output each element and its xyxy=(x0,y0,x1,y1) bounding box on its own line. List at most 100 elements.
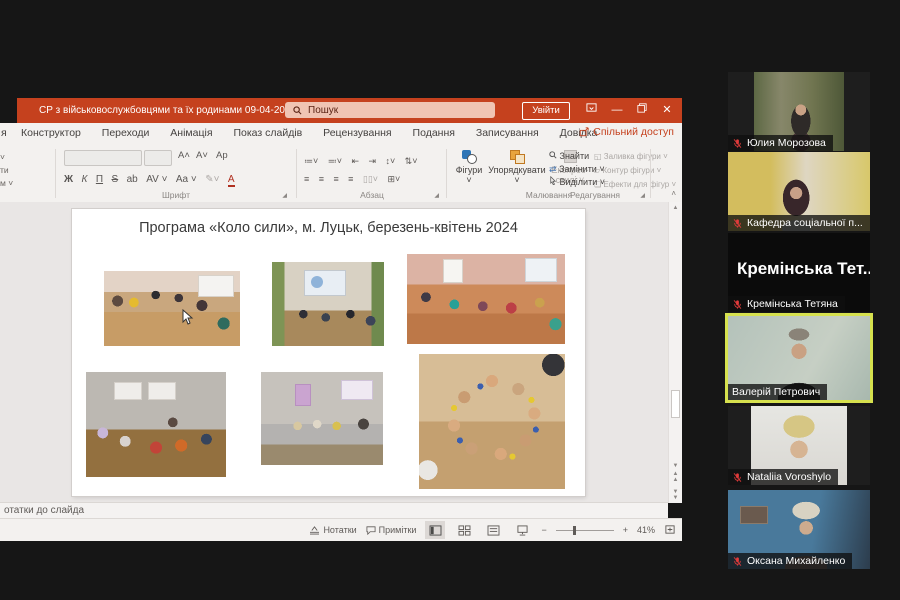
slide-photo-5[interactable] xyxy=(261,372,383,465)
font-name-combobox[interactable] xyxy=(64,150,142,166)
restore-icon[interactable] xyxy=(629,98,655,123)
font-dialog-launcher-icon[interactable]: ◢ xyxy=(282,192,287,199)
replace-button[interactable]: ⇄ Замінити ˅ xyxy=(549,163,605,176)
titlebar[interactable]: СР з військовослужбовцями та їх родинами… xyxy=(17,98,682,123)
fit-slide-button[interactable] xyxy=(664,524,676,537)
grow-font-button[interactable]: A˄ xyxy=(178,150,190,161)
character-spacing-button[interactable]: ab xyxy=(127,174,138,185)
mic-muted-icon xyxy=(732,299,743,310)
align-right-icon[interactable]: ≡ xyxy=(333,174,338,184)
powerpoint-window: СР з військовослужбовцями та їх родинами… xyxy=(0,98,682,541)
tab-view[interactable]: Подання xyxy=(404,123,464,139)
slide-photo-4[interactable] xyxy=(86,372,226,477)
notes-toggle-button[interactable]: Нотатки xyxy=(309,525,356,535)
indent-decrease-icon[interactable]: ⇤ xyxy=(351,156,359,167)
select-button[interactable]: Виділити ˅ xyxy=(549,176,605,189)
slide-photo-1[interactable] xyxy=(104,271,240,346)
kerning-button[interactable]: AV ˅ xyxy=(146,174,167,185)
tab-review[interactable]: Рецензування xyxy=(314,123,400,139)
tab-transitions[interactable]: Переходи xyxy=(93,123,159,139)
text-direction-icon[interactable]: ⇅˅ xyxy=(405,156,418,167)
shrink-font-button[interactable]: A˅ xyxy=(196,150,208,161)
zoom-level[interactable]: 41% xyxy=(637,525,655,535)
italic-button[interactable]: К xyxy=(82,174,88,185)
tab-recording[interactable]: Записування xyxy=(467,123,548,139)
comments-toggle-button[interactable]: Примітки xyxy=(366,525,417,535)
line-spacing-icon[interactable]: ↕˅ xyxy=(385,156,395,166)
close-icon[interactable]: ✕ xyxy=(654,98,680,123)
select-icon xyxy=(549,176,557,185)
find-button[interactable]: Знайти xyxy=(549,150,605,163)
slideshow-icon xyxy=(516,525,529,536)
scrollbar-thumb[interactable] xyxy=(671,390,680,418)
zoom-slider[interactable] xyxy=(556,530,614,531)
tab-animations[interactable]: Анімація xyxy=(161,123,221,139)
notes-pane[interactable]: отатки до слайда xyxy=(0,502,668,519)
participant-name-badge: Nataliia Voroshylo xyxy=(728,469,838,485)
align-center-icon[interactable]: ≡ xyxy=(319,174,324,184)
participant-tile-1[interactable]: Юлия Морозова xyxy=(728,72,870,151)
zoom-slider-thumb[interactable] xyxy=(573,526,576,535)
sign-in-button[interactable]: Увійти xyxy=(522,102,570,120)
vertical-scrollbar[interactable]: ▲ ▼ ▲▲ ▼▼ xyxy=(668,202,682,503)
poster-shape xyxy=(148,382,176,400)
tab-slideshow[interactable]: Показ слайдів xyxy=(224,123,311,139)
clipped-ribbon-button[interactable]: ти xyxy=(0,164,14,177)
slide-photo-2[interactable] xyxy=(272,262,384,346)
bullets-icon[interactable]: ≔˅ xyxy=(304,156,318,167)
font-color-icon[interactable]: А xyxy=(228,174,235,187)
font-size-combobox[interactable] xyxy=(144,150,172,166)
participant-tile-6[interactable]: Оксана Михайленко xyxy=(728,490,870,569)
reading-view-button[interactable] xyxy=(483,521,503,539)
bold-button[interactable]: Ж xyxy=(64,174,73,185)
participant-tile-3[interactable]: Кремінська Тет... Кремінська Тетяна xyxy=(728,233,870,312)
change-case-button[interactable]: Aa ˅ xyxy=(176,174,197,185)
strikethrough-button[interactable]: S xyxy=(112,174,119,185)
scroll-down-icon[interactable]: ▼ xyxy=(669,463,682,469)
participant-tile-5[interactable]: Nataliia Voroshylo xyxy=(728,406,870,485)
clear-formatting-button[interactable]: Ap xyxy=(216,150,228,161)
shapes-icon xyxy=(462,150,476,163)
participant-name-badge: Кафедра соціальної п... xyxy=(728,215,870,231)
highlight-color-icon[interactable]: ✎˅ xyxy=(205,174,219,185)
status-bar: Нотатки Примітки − xyxy=(0,518,682,541)
notes-toggle-label: Нотатки xyxy=(323,525,356,535)
numbering-icon[interactable]: ≕˅ xyxy=(328,156,342,167)
slide-photo-3[interactable] xyxy=(407,254,565,344)
participant-tile-2[interactable]: Кафедра соціальної п... xyxy=(728,152,870,231)
zoom-in-button[interactable]: + xyxy=(623,525,628,535)
arrange-button[interactable]: Упорядкувати˅ xyxy=(488,150,546,185)
clipped-ribbon-button[interactable]: ˅ xyxy=(0,151,14,164)
columns-icon[interactable]: ▯▯˅ xyxy=(363,174,378,185)
previous-slide-icon[interactable]: ▲▲ xyxy=(669,471,682,483)
search-box[interactable]: Пошук xyxy=(285,102,495,118)
minimize-icon[interactable]: — xyxy=(604,98,630,123)
convert-smartart-icon[interactable]: ⊞˅ xyxy=(388,174,401,185)
scroll-up-icon[interactable]: ▲ xyxy=(669,205,682,211)
zoom-out-button[interactable]: − xyxy=(541,525,546,535)
slideshow-view-button[interactable] xyxy=(512,521,532,539)
participant-display-name: Кремінська Тет... xyxy=(737,259,870,279)
align-left-icon[interactable]: ≡ xyxy=(304,174,309,184)
slide-sorter-view-button[interactable] xyxy=(454,521,474,539)
tab-clipped[interactable]: я xyxy=(1,127,7,139)
font-group: A˄ A˅ Ap Ж К П S ab AV ˅ Aa ˅ ✎˅ А Шрифт… xyxy=(62,145,290,202)
indent-increase-icon[interactable]: ⇥ xyxy=(368,156,376,167)
paragraph-dialog-launcher-icon[interactable]: ◢ xyxy=(434,192,439,199)
ribbon-display-options-icon[interactable] xyxy=(578,98,604,123)
slide-title[interactable]: Програма «Коло сили», м. Луцьк, березень… xyxy=(72,220,585,236)
projector-screen-shape xyxy=(304,270,346,296)
participant-tile-4-active-speaker[interactable]: Валерій Петрович xyxy=(725,313,873,403)
clipped-ribbon-button[interactable]: м ˅ xyxy=(0,177,14,190)
justify-icon[interactable]: ≡ xyxy=(348,174,353,184)
underline-button[interactable]: П xyxy=(96,174,103,185)
shapes-button[interactable]: Фігури˅ xyxy=(452,150,486,185)
slide-photo-6[interactable] xyxy=(419,354,565,489)
tab-design[interactable]: Конструктор xyxy=(12,123,90,139)
share-button[interactable]: Спільний доступ xyxy=(579,126,674,138)
normal-view-button[interactable] xyxy=(425,521,445,539)
slide-canvas[interactable]: Програма «Коло сили», м. Луцьк, березень… xyxy=(72,209,585,496)
next-slide-icon[interactable]: ▼▼ xyxy=(669,489,682,501)
search-icon xyxy=(293,106,302,115)
collapse-ribbon-icon[interactable]: ˄ xyxy=(671,189,676,198)
